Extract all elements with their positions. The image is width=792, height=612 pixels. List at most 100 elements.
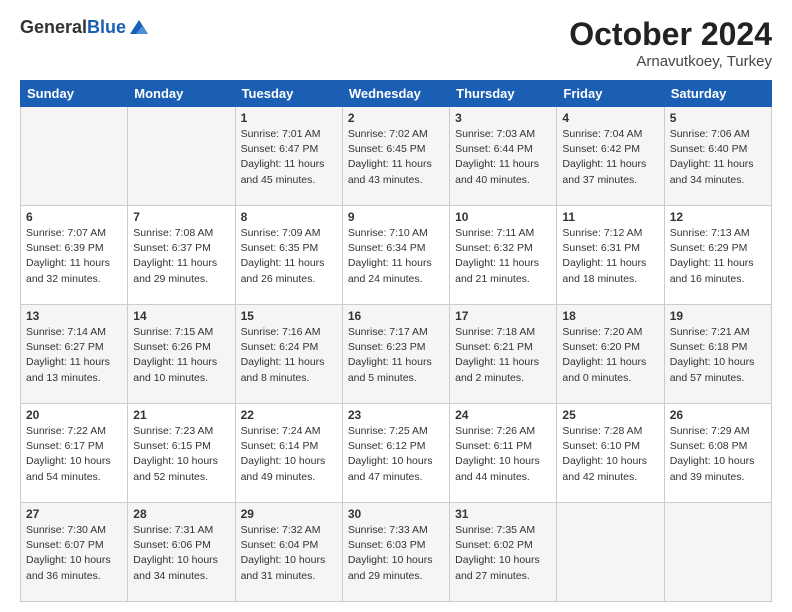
table-row: 3Sunrise: 7:03 AMSunset: 6:44 PMDaylight…: [450, 107, 557, 206]
table-row: 16Sunrise: 7:17 AMSunset: 6:23 PMDayligh…: [342, 305, 449, 404]
table-row: 31 Sunrise: 7:35 AMSunset: 6:02 PMDayligh…: [450, 503, 557, 602]
table-row: 17 Sunrise: 7:18 AMSunset: 6:21 PMDayligh…: [450, 305, 557, 404]
title-block: October 2024 Arnavutkoey, Turkey: [569, 16, 772, 70]
day-info: Sunrise: 7:29 AMSunset: 6:08 PMDaylight:…: [670, 424, 766, 485]
day-info: Sunrise: 7:12 AMSunset: 6:31 PMDaylight:…: [562, 226, 658, 287]
table-row: 28 Sunrise: 7:31 AMSunset: 6:06 PMDayligh…: [128, 503, 235, 602]
day-number: 23: [348, 408, 444, 422]
day-number: 22: [241, 408, 337, 422]
calendar-week-row: 1 Sunrise: 7:01 AMSunset: 6:47 PMDaylight…: [21, 107, 772, 206]
calendar-week-row: 20Sunrise: 7:22 AMSunset: 6:17 PMDayligh…: [21, 404, 772, 503]
day-info: Sunrise: 7:20 AMSunset: 6:20 PMDaylight:…: [562, 325, 658, 386]
day-number: 28: [133, 507, 229, 521]
day-number: 2: [348, 111, 444, 125]
day-number: 15: [241, 309, 337, 323]
col-monday: Monday: [128, 81, 235, 107]
day-info: Sunrise: 7:28 AMSunset: 6:10 PMDaylight:…: [562, 424, 658, 485]
table-row: 29 Sunrise: 7:32 AMSunset: 6:04 PMDayligh…: [235, 503, 342, 602]
day-number: 31: [455, 507, 551, 521]
day-info: Sunrise: 7:26 AMSunset: 6:11 PMDaylight:…: [455, 424, 551, 485]
day-info: Sunrise: 7:33 AMSunset: 6:03 PMDaylight:…: [348, 523, 444, 584]
day-number: 7: [133, 210, 229, 224]
day-info: Sunrise: 7:01 AMSunset: 6:47 PMDaylight:…: [241, 127, 337, 188]
logo-general-text: General: [20, 17, 87, 37]
month-title: October 2024: [569, 16, 772, 53]
day-info: Sunrise: 7:18 AMSunset: 6:21 PMDaylight:…: [455, 325, 551, 386]
table-row: 21 Sunrise: 7:23 AMSunset: 6:15 PMDayligh…: [128, 404, 235, 503]
day-number: 3: [455, 111, 551, 125]
table-row: 19 Sunrise: 7:21 AMSunset: 6:18 PMDayligh…: [664, 305, 771, 404]
day-number: 26: [670, 408, 766, 422]
logo-blue-text: Blue: [87, 17, 126, 37]
table-row: [664, 503, 771, 602]
day-info: Sunrise: 7:17 AMSunset: 6:23 PMDaylight:…: [348, 325, 444, 386]
day-number: 9: [348, 210, 444, 224]
day-info: Sunrise: 7:13 AMSunset: 6:29 PMDaylight:…: [670, 226, 766, 287]
table-row: 14 Sunrise: 7:15 AMSunset: 6:26 PMDayligh…: [128, 305, 235, 404]
table-row: 30Sunrise: 7:33 AMSunset: 6:03 PMDayligh…: [342, 503, 449, 602]
day-number: 4: [562, 111, 658, 125]
table-row: 10Sunrise: 7:11 AMSunset: 6:32 PMDayligh…: [450, 206, 557, 305]
table-row: [21, 107, 128, 206]
day-info: Sunrise: 7:08 AMSunset: 6:37 PMDaylight:…: [133, 226, 229, 287]
day-info: Sunrise: 7:31 AMSunset: 6:06 PMDaylight:…: [133, 523, 229, 584]
day-number: 1: [241, 111, 337, 125]
day-info: Sunrise: 7:07 AMSunset: 6:39 PMDaylight:…: [26, 226, 122, 287]
table-row: 2 Sunrise: 7:02 AMSunset: 6:45 PMDaylight…: [342, 107, 449, 206]
table-row: 12 Sunrise: 7:13 AMSunset: 6:29 PMDayligh…: [664, 206, 771, 305]
day-number: 17: [455, 309, 551, 323]
day-number: 18: [562, 309, 658, 323]
table-row: [557, 503, 664, 602]
col-sunday: Sunday: [21, 81, 128, 107]
table-row: 6 Sunrise: 7:07 AMSunset: 6:39 PMDaylight…: [21, 206, 128, 305]
table-row: 23Sunrise: 7:25 AMSunset: 6:12 PMDayligh…: [342, 404, 449, 503]
table-row: 24 Sunrise: 7:26 AMSunset: 6:11 PMDayligh…: [450, 404, 557, 503]
table-row: 22Sunrise: 7:24 AMSunset: 6:14 PMDayligh…: [235, 404, 342, 503]
day-number: 12: [670, 210, 766, 224]
day-number: 6: [26, 210, 122, 224]
col-friday: Friday: [557, 81, 664, 107]
day-number: 14: [133, 309, 229, 323]
page: GeneralBlue October 2024 Arnavutkoey, Tu…: [0, 0, 792, 612]
calendar-header-row: Sunday Monday Tuesday Wednesday Thursday…: [21, 81, 772, 107]
day-number: 21: [133, 408, 229, 422]
table-row: [128, 107, 235, 206]
day-number: 24: [455, 408, 551, 422]
col-saturday: Saturday: [664, 81, 771, 107]
day-info: Sunrise: 7:14 AMSunset: 6:27 PMDaylight:…: [26, 325, 122, 386]
calendar-table: Sunday Monday Tuesday Wednesday Thursday…: [20, 80, 772, 602]
logo: GeneralBlue: [20, 16, 150, 38]
table-row: 18 Sunrise: 7:20 AMSunset: 6:20 PMDayligh…: [557, 305, 664, 404]
day-info: Sunrise: 7:09 AMSunset: 6:35 PMDaylight:…: [241, 226, 337, 287]
day-info: Sunrise: 7:15 AMSunset: 6:26 PMDaylight:…: [133, 325, 229, 386]
table-row: 15 Sunrise: 7:16 AMSunset: 6:24 PMDayligh…: [235, 305, 342, 404]
day-info: Sunrise: 7:22 AMSunset: 6:17 PMDaylight:…: [26, 424, 122, 485]
table-row: 1 Sunrise: 7:01 AMSunset: 6:47 PMDaylight…: [235, 107, 342, 206]
day-info: Sunrise: 7:32 AMSunset: 6:04 PMDaylight:…: [241, 523, 337, 584]
logo-icon: [128, 16, 150, 38]
table-row: 9 Sunrise: 7:10 AMSunset: 6:34 PMDaylight…: [342, 206, 449, 305]
day-number: 13: [26, 309, 122, 323]
calendar-week-row: 27Sunrise: 7:30 AMSunset: 6:07 PMDayligh…: [21, 503, 772, 602]
day-info: Sunrise: 7:02 AMSunset: 6:45 PMDaylight:…: [348, 127, 444, 188]
day-number: 10: [455, 210, 551, 224]
table-row: 7 Sunrise: 7:08 AMSunset: 6:37 PMDaylight…: [128, 206, 235, 305]
day-info: Sunrise: 7:16 AMSunset: 6:24 PMDaylight:…: [241, 325, 337, 386]
day-number: 29: [241, 507, 337, 521]
day-number: 11: [562, 210, 658, 224]
day-info: Sunrise: 7:10 AMSunset: 6:34 PMDaylight:…: [348, 226, 444, 287]
day-number: 8: [241, 210, 337, 224]
day-number: 19: [670, 309, 766, 323]
table-row: 4Sunrise: 7:04 AMSunset: 6:42 PMDaylight…: [557, 107, 664, 206]
day-info: Sunrise: 7:21 AMSunset: 6:18 PMDaylight:…: [670, 325, 766, 386]
day-info: Sunrise: 7:35 AMSunset: 6:02 PMDaylight:…: [455, 523, 551, 584]
table-row: 20Sunrise: 7:22 AMSunset: 6:17 PMDayligh…: [21, 404, 128, 503]
col-wednesday: Wednesday: [342, 81, 449, 107]
calendar-week-row: 6 Sunrise: 7:07 AMSunset: 6:39 PMDaylight…: [21, 206, 772, 305]
day-info: Sunrise: 7:06 AMSunset: 6:40 PMDaylight:…: [670, 127, 766, 188]
table-row: 26 Sunrise: 7:29 AMSunset: 6:08 PMDayligh…: [664, 404, 771, 503]
table-row: 8 Sunrise: 7:09 AMSunset: 6:35 PMDaylight…: [235, 206, 342, 305]
day-number: 5: [670, 111, 766, 125]
day-number: 27: [26, 507, 122, 521]
day-info: Sunrise: 7:23 AMSunset: 6:15 PMDaylight:…: [133, 424, 229, 485]
